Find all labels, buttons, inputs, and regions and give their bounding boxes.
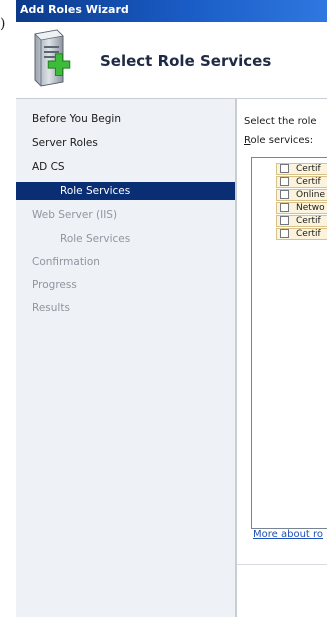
page-title: Select Role Services (100, 52, 272, 70)
nav-item-web-role-services[interactable]: Role Services (16, 230, 235, 248)
nav-item-progress[interactable]: Progress (16, 276, 235, 294)
intro-text: Select the role (244, 116, 317, 127)
service-checkbox[interactable] (280, 216, 289, 225)
page-marker: ) (0, 16, 6, 32)
service-label: Certif (296, 216, 321, 226)
nav-item-web-server-iis[interactable]: Web Server (IIS) (16, 206, 235, 224)
service-label: Certif (296, 177, 321, 187)
service-row[interactable]: Certif (276, 228, 327, 240)
service-checkbox[interactable] (280, 203, 289, 212)
nav-item-server-roles[interactable]: Server Roles (16, 134, 235, 152)
service-label: Certif (296, 229, 321, 239)
service-label: Online (296, 190, 326, 200)
service-checkbox[interactable] (280, 190, 289, 199)
wizard-nav-pane: Before You Begin Server Roles AD CS Role… (16, 99, 235, 617)
service-row[interactable]: Certif (276, 215, 327, 227)
service-checkbox[interactable] (280, 164, 289, 173)
title-bar[interactable]: Add Roles Wizard (16, 0, 327, 22)
nav-item-ad-cs[interactable]: AD CS (16, 158, 235, 176)
nav-item-confirmation[interactable]: Confirmation (16, 253, 235, 271)
role-services-label: Role services: (244, 135, 313, 146)
service-label: Netwo (296, 203, 325, 213)
role-services-tree[interactable]: Certif Certif Online Netwo Certif Certif (251, 157, 327, 529)
service-label: Certif (296, 164, 321, 174)
service-row[interactable]: Certif (276, 163, 327, 175)
screenshot-stage: ) Add Roles Wizard Select Role Services … (0, 0, 327, 617)
nav-item-before-you-begin[interactable]: Before You Begin (16, 110, 235, 128)
role-services-label-text: ole services: (250, 135, 314, 146)
nav-item-results[interactable]: Results (16, 299, 235, 317)
more-about-role-services-link[interactable]: More about ro (253, 529, 323, 540)
nav-item-role-services-active[interactable]: Role Services (16, 182, 235, 200)
content-pane: Select the role Role services: Certif Ce… (237, 99, 327, 617)
server-add-icon (34, 29, 71, 87)
add-roles-wizard-window: Add Roles Wizard Select Role Services Be… (16, 0, 327, 617)
service-checkbox[interactable] (280, 177, 289, 186)
wizard-header: Select Role Services (16, 22, 327, 99)
service-row[interactable]: Online (276, 189, 327, 201)
service-checkbox[interactable] (280, 229, 289, 238)
button-area-separator (237, 564, 327, 565)
window-title: Add Roles Wizard (20, 3, 129, 16)
service-row[interactable]: Certif (276, 176, 327, 188)
service-row[interactable]: Netwo (276, 202, 327, 214)
